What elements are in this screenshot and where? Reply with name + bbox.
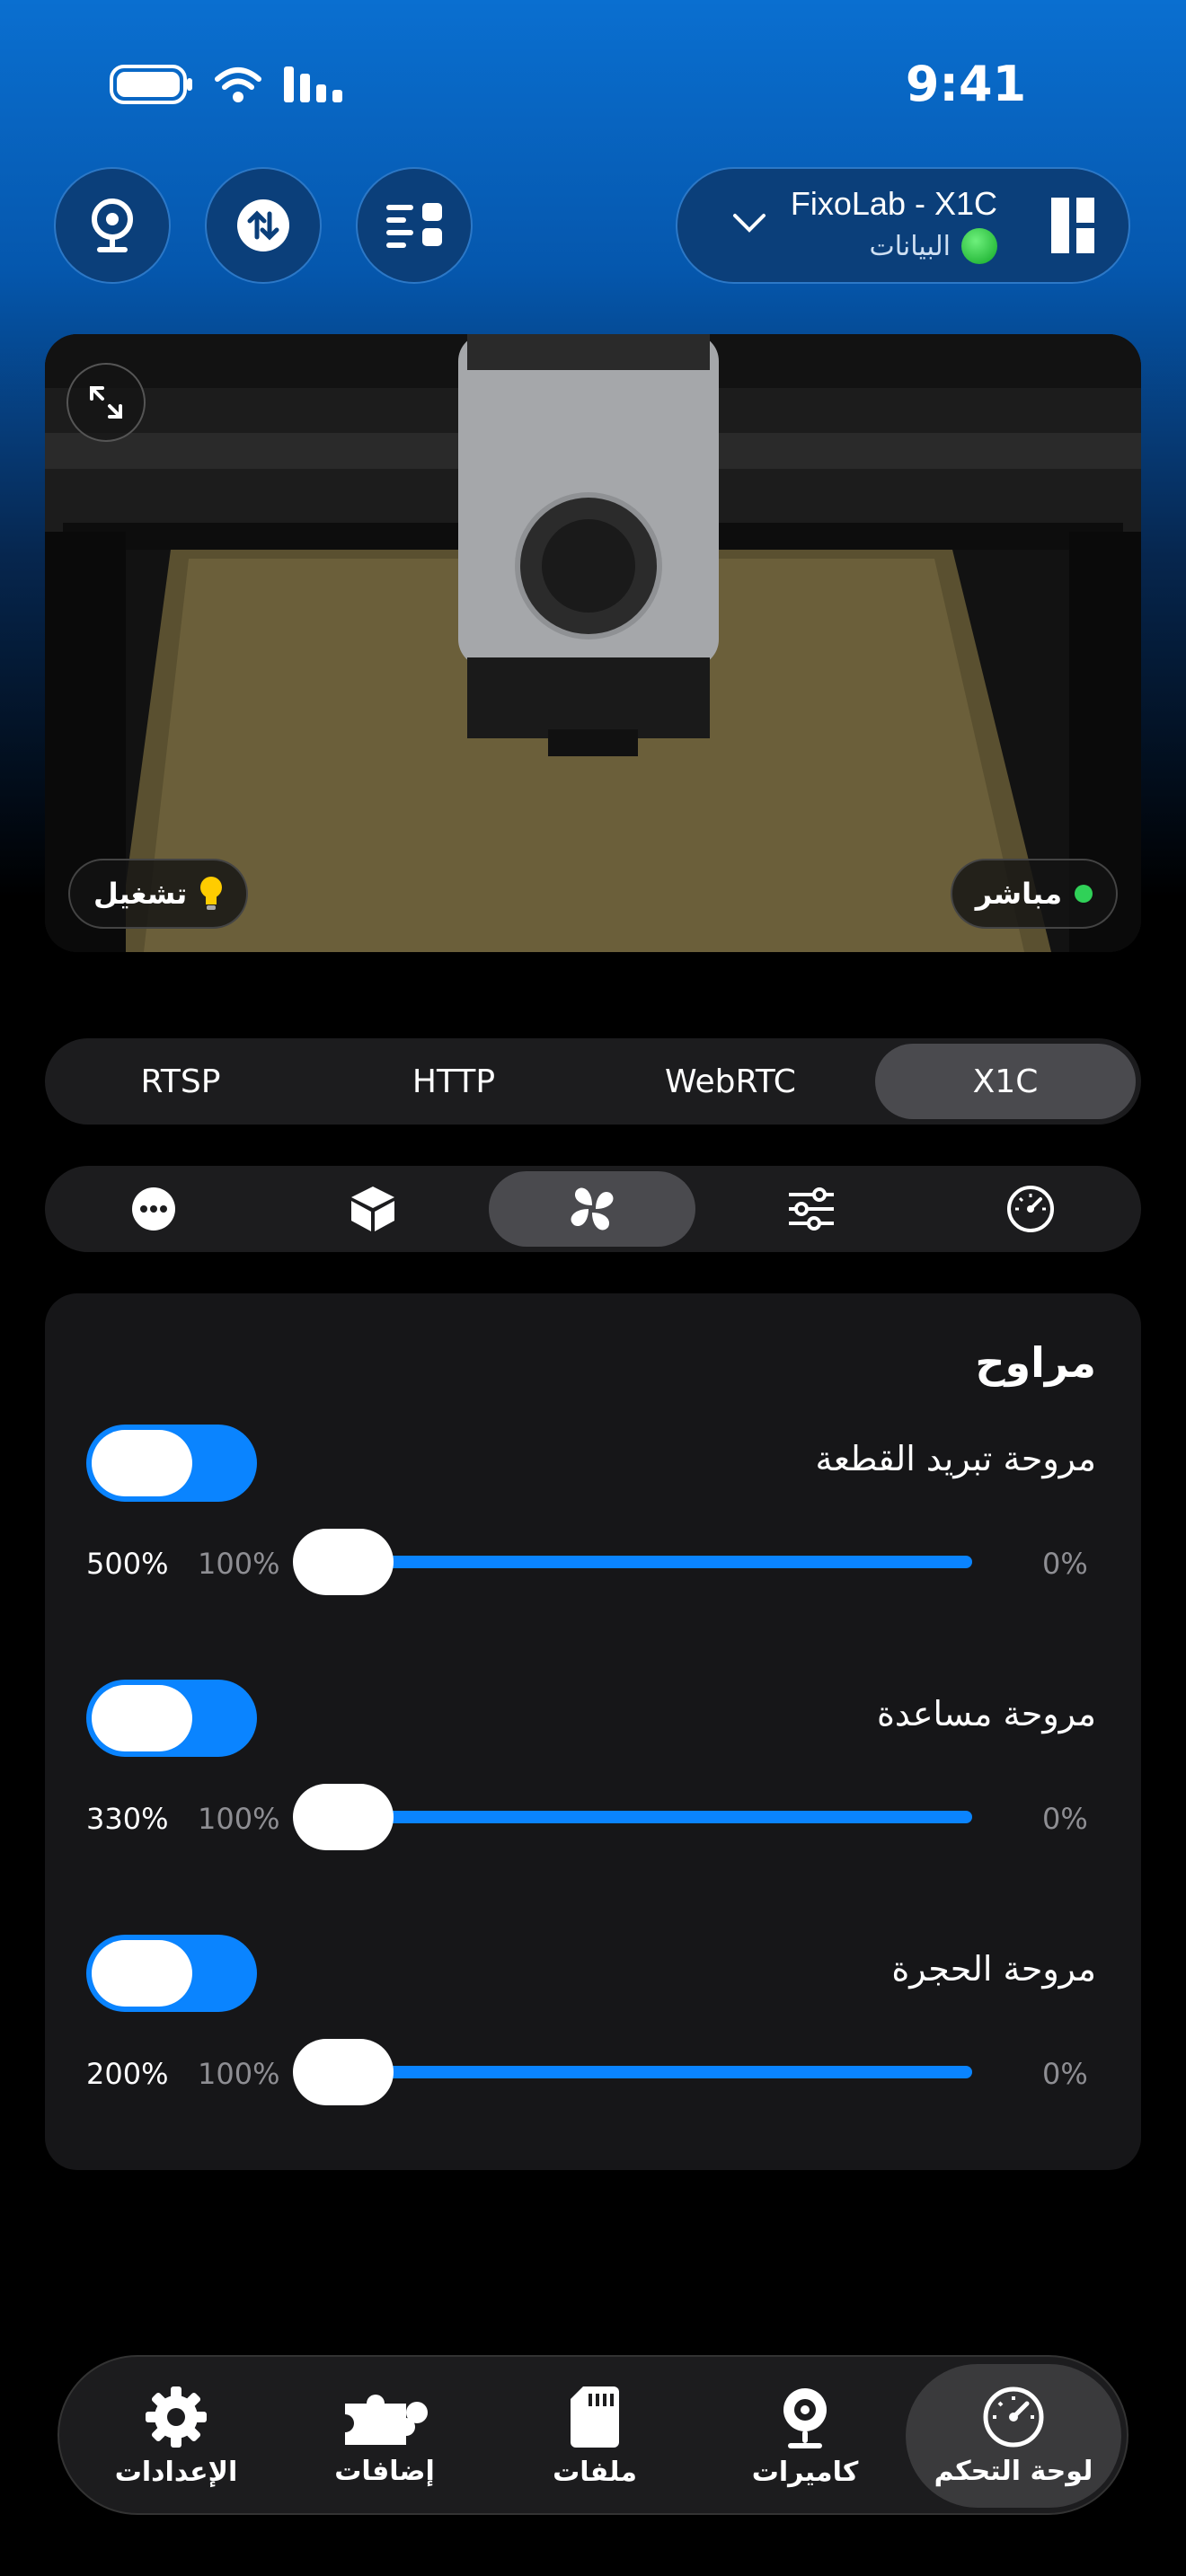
wifi-icon [214,65,262,108]
tab-webrtc[interactable]: WebRTC [600,1044,861,1119]
fan-mid-percent: 100% [198,1547,280,1581]
fan-max-percent: 330% [86,1802,169,1836]
lightbulb-icon [200,877,223,910]
tab-adjust[interactable] [708,1171,915,1247]
camera-toggle-button[interactable] [54,167,171,284]
tab-rtsp[interactable]: RTSP [50,1044,311,1119]
light-toggle[interactable]: تشغيل [68,859,249,929]
nav-dashboard[interactable]: لوحة التحكم [906,2364,1121,2508]
fullscreen-button[interactable] [66,363,146,442]
fan-slider-track[interactable] [296,2066,972,2078]
fan-label: مروحة الحجرة [891,1949,1096,1989]
nav-settings[interactable]: الإعدادات [68,2364,284,2508]
more-icon [132,1187,175,1231]
tab-filament[interactable] [270,1171,476,1247]
nav-label: إضافات [334,2455,435,2487]
fan-toggle[interactable] [86,1680,257,1757]
fan-slider-track[interactable] [296,1811,972,1823]
fan-slider-knob[interactable] [293,1784,394,1850]
fan-max-percent: 500% [86,1547,169,1581]
nav-label: الإعدادات [114,2456,238,2488]
printer-selector[interactable]: FixoLab - X1C البيانات [676,167,1130,284]
nav-label: لوحة التحكم [934,2455,1093,2487]
fan-min-percent: 0% [1042,1802,1088,1836]
control-tabs [45,1166,1141,1252]
sd-card-icon [571,2386,619,2448]
chevron-down-icon [731,212,767,239]
printer-status: البيانات [870,228,997,264]
nav-label: كاميرات [751,2456,859,2488]
tab-speed[interactable] [927,1171,1134,1247]
tab-http[interactable]: HTTP [323,1044,584,1119]
live-dot [1075,885,1093,903]
tab-more[interactable] [50,1171,257,1247]
fans-card: مراوح مروحة تبريد القطعة 500% 100% 0% مر… [45,1293,1141,2170]
fans-title: مراوح [975,1338,1096,1387]
battery-icon [108,65,194,108]
gauge-icon [1007,1186,1054,1232]
fan-icon [571,1187,614,1231]
tab-fans[interactable] [489,1171,695,1247]
puzzle-icon [345,2394,428,2445]
signal-icon [282,65,345,108]
fan-toggle[interactable] [86,1935,257,2012]
fan-label: مروحة مساعدة [877,1694,1096,1734]
expand-icon [90,386,122,419]
tab-x1c[interactable]: X1C [875,1044,1136,1119]
gear-icon [146,2386,207,2448]
fan-mid-percent: 100% [198,2057,280,2091]
printer-name: FixoLab - X1C [790,185,997,222]
fan-toggle[interactable] [86,1425,257,1502]
webcam-icon [92,198,133,252]
nav-cameras[interactable]: كاميرات [697,2364,913,2508]
fan-slider-knob[interactable] [293,1529,394,1595]
fan-min-percent: 0% [1042,1547,1088,1581]
fan-min-percent: 0% [1042,2057,1088,2091]
box-icon [351,1187,394,1231]
transfer-icon [237,199,289,251]
list-icon [386,203,442,248]
nav-label: ملفات [553,2456,637,2488]
gauge-icon [983,2386,1044,2447]
nav-plugins[interactable]: إضافات [277,2364,492,2508]
fan-mid-percent: 100% [198,1802,280,1836]
printer-logo-icon [1049,196,1096,259]
fan-label: مروحة تبريد القطعة [815,1439,1096,1478]
fan-slider-track[interactable] [296,1556,972,1568]
live-badge: مباشر [950,859,1118,929]
light-label: تشغيل [93,877,188,911]
fan-slider-knob[interactable] [293,2039,394,2105]
transfer-button[interactable] [205,167,322,284]
menu-button[interactable] [356,167,473,284]
printer-status-label: البيانات [869,230,951,262]
sliders-icon [789,1187,834,1231]
status-time: 9:41 [905,56,1027,112]
status-dot [961,228,997,264]
tab-bar: الإعدادات إضافات ملفات كاميرات لوحة التح… [58,2355,1128,2515]
nav-files[interactable]: ملفات [487,2364,703,2508]
camera-feed[interactable]: تشغيل مباشر [45,334,1141,952]
stream-tabs: RTSP HTTP WebRTC X1C [45,1038,1141,1125]
status-icons [108,61,345,111]
fan-max-percent: 200% [86,2057,169,2091]
webcam-icon [783,2387,827,2448]
live-label: مباشر [975,877,1062,911]
